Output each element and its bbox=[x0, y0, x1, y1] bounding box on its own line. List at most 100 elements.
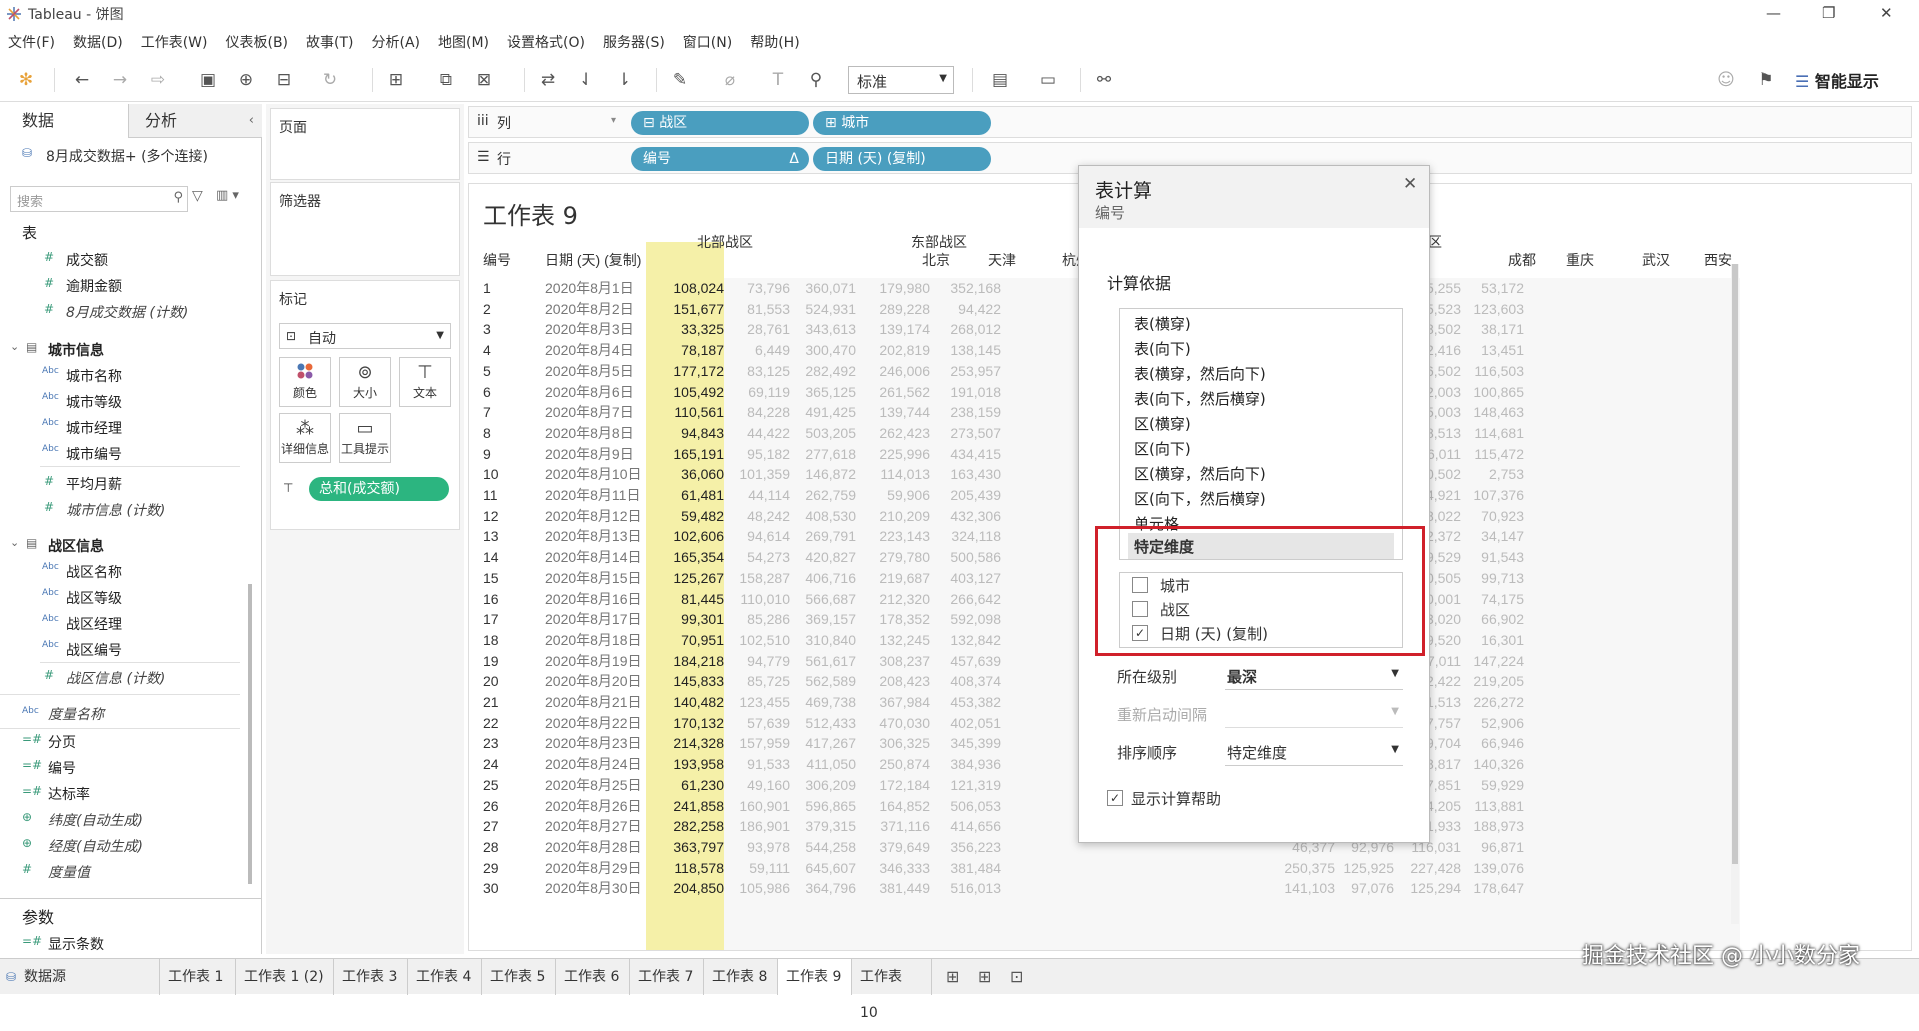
checkbox-city[interactable] bbox=[1132, 577, 1148, 593]
view-options-icon[interactable]: ▥ ▾ bbox=[216, 188, 239, 203]
option-table-down[interactable]: 表(向下) bbox=[1134, 338, 1191, 359]
sheet-tab[interactable]: 工作表 8 bbox=[704, 959, 778, 995]
option-pane-across[interactable]: 区(横穿) bbox=[1134, 413, 1191, 434]
show-cards-icon[interactable]: ▤ bbox=[988, 68, 1012, 92]
sort-asc-icon[interactable]: ⇃ bbox=[574, 68, 598, 92]
field-zone-code[interactable]: 战区编号 bbox=[66, 640, 122, 660]
share-icon[interactable]: ⚯ bbox=[1092, 68, 1116, 92]
new-worksheet-icon[interactable]: ⊞ bbox=[946, 967, 959, 986]
detail-button[interactable]: ⁂ 详细信息 bbox=[279, 413, 331, 463]
option-pane-across-down[interactable]: 区(横穿，然后向下) bbox=[1134, 463, 1266, 484]
pin-icon[interactable]: ⚲ bbox=[804, 68, 828, 92]
checkbox-date[interactable]: ✓ bbox=[1132, 625, 1148, 641]
option-pane-down[interactable]: 区(向下) bbox=[1134, 438, 1191, 459]
menu-dashboard[interactable]: 仪表板(B) bbox=[225, 32, 288, 52]
redo-icon[interactable]: → bbox=[108, 68, 132, 92]
new-dashboard-icon[interactable]: ⊞ bbox=[978, 967, 991, 986]
field-deal-count[interactable]: 8月成交数据 (计数) bbox=[66, 302, 188, 322]
sheet-tab[interactable]: 工作表 10 bbox=[852, 959, 932, 1021]
field-city-code[interactable]: 城市编号 bbox=[66, 444, 122, 464]
field-zone-name[interactable]: 战区名称 bbox=[66, 562, 122, 582]
sheet-tab[interactable]: 工作表 9 bbox=[778, 959, 852, 995]
column-header[interactable]: 西安 bbox=[1662, 250, 1732, 270]
sheet-tab[interactable]: 工作表 4 bbox=[408, 959, 482, 995]
field-number[interactable]: 编号 bbox=[48, 758, 76, 778]
tooltip-button[interactable]: ▭ 工具提示 bbox=[339, 413, 391, 463]
close-icon[interactable]: ✕ bbox=[1403, 174, 1417, 194]
column-header[interactable]: 北京 bbox=[880, 250, 950, 270]
expand-chevron-icon[interactable]: ⌄ bbox=[10, 536, 19, 549]
minimize-icon[interactable]: — bbox=[1766, 4, 1781, 22]
sheet-tab[interactable]: 工作表 1 bbox=[160, 959, 236, 995]
attach-icon[interactable]: ⌀ bbox=[718, 68, 742, 92]
sheet-tab[interactable]: 工作表 5 bbox=[482, 959, 556, 995]
color-button[interactable]: 颜色 bbox=[279, 357, 331, 407]
field-deal-amount[interactable]: 成交额 bbox=[66, 250, 108, 270]
field-city-level[interactable]: 城市等级 bbox=[66, 392, 122, 412]
field-avg-salary[interactable]: 平均月薪 bbox=[66, 474, 122, 494]
option-table-across[interactable]: 表(横穿) bbox=[1134, 313, 1191, 334]
menu-data[interactable]: 数据(D) bbox=[73, 32, 123, 52]
pill-zone[interactable]: ⊟ 战区 bbox=[631, 111, 809, 135]
ask-data-icon[interactable]: ☺ bbox=[1714, 68, 1738, 92]
param-display-count[interactable]: 显示条数 bbox=[48, 934, 104, 954]
refresh-icon[interactable]: ↻ bbox=[318, 68, 342, 92]
filters-card[interactable]: 筛选器 bbox=[270, 182, 460, 276]
field-rate[interactable]: 达标率 bbox=[48, 784, 90, 804]
columns-shelf[interactable]: iii 列 ▾ ⊟ 战区 ⊞ 城市 bbox=[468, 106, 1912, 138]
field-measure-names[interactable]: 度量名称 bbox=[48, 704, 104, 724]
field-overdue-amount[interactable]: 逾期金额 bbox=[66, 276, 122, 296]
sheet-tab[interactable]: 工作表 1 (2) bbox=[236, 959, 334, 995]
text-button[interactable]: ⊤ 文本 bbox=[399, 357, 451, 407]
pill-city[interactable]: ⊞ 城市 bbox=[813, 111, 991, 135]
menu-map[interactable]: 地图(M) bbox=[438, 32, 489, 52]
replay-icon[interactable]: ⇨ bbox=[146, 68, 170, 92]
pages-card[interactable]: 页面 bbox=[270, 108, 460, 180]
new-datasource-icon[interactable]: ⊕ bbox=[234, 68, 258, 92]
restore-icon[interactable]: ❐ bbox=[1822, 4, 1835, 22]
checkbox-zone[interactable] bbox=[1132, 601, 1148, 617]
datasource-name[interactable]: 8月成交数据+ (多个连接) bbox=[46, 146, 208, 166]
checkbox-show-help[interactable]: ✓ bbox=[1107, 790, 1123, 806]
tab-data[interactable]: 数据 bbox=[0, 104, 128, 138]
field-longitude[interactable]: 经度(自动生成) bbox=[48, 836, 143, 856]
sheet-tab[interactable]: 工作表 7 bbox=[630, 959, 704, 995]
option-table-down-across[interactable]: 表(向下，然后横穿) bbox=[1134, 388, 1266, 409]
option-pane-down-across[interactable]: 区(向下，然后横穿) bbox=[1134, 488, 1266, 509]
column-header[interactable]: 日期 (天) (复制) bbox=[545, 250, 641, 270]
smart-show-button[interactable]: ☰ 智能显示 bbox=[1795, 68, 1879, 92]
presentation-icon[interactable]: ▭ bbox=[1036, 68, 1060, 92]
close-window-icon[interactable]: ✕ bbox=[1880, 4, 1893, 22]
menu-help[interactable]: 帮助(H) bbox=[750, 32, 799, 52]
datasource-tab[interactable]: ⛁ 数据源 bbox=[0, 959, 160, 995]
filter-icon[interactable]: ▽ bbox=[192, 188, 203, 204]
mark-type-dropdown[interactable]: ⊡ 自动 ▼ bbox=[279, 323, 451, 349]
column-header[interactable]: 编号 bbox=[483, 250, 511, 270]
size-button[interactable]: ⊚ 大小 bbox=[339, 357, 391, 407]
field-zone-level[interactable]: 战区等级 bbox=[66, 588, 122, 608]
level-dropdown[interactable]: 最深 ▼ bbox=[1225, 662, 1403, 690]
format-painter-icon[interactable]: ⚑ bbox=[1754, 68, 1778, 92]
tableau-home-icon[interactable]: ✻ bbox=[14, 68, 38, 92]
sheet-tab[interactable]: 工作表 3 bbox=[334, 959, 408, 995]
field-latitude[interactable]: 纬度(自动生成) bbox=[48, 810, 143, 830]
menu-window[interactable]: 窗口(N) bbox=[683, 32, 732, 52]
scrollbar[interactable] bbox=[248, 584, 252, 884]
labels-icon[interactable]: T bbox=[766, 68, 790, 92]
sheet-tab[interactable]: 工作表 6 bbox=[556, 959, 630, 995]
vertical-scrollbar[interactable] bbox=[1731, 264, 1739, 924]
field-zone-manager[interactable]: 战区经理 bbox=[66, 614, 122, 634]
tab-analysis[interactable]: 分析 ‹ bbox=[128, 104, 262, 138]
highlight-icon[interactable]: ✎ bbox=[668, 68, 692, 92]
field-city-manager[interactable]: 城市经理 bbox=[66, 418, 122, 438]
save-icon[interactable]: ▣ bbox=[196, 68, 220, 92]
swap-icon[interactable]: ⇄ bbox=[536, 68, 560, 92]
fit-dropdown[interactable]: 标准 ▼ bbox=[848, 66, 954, 94]
menu-server[interactable]: 服务器(S) bbox=[603, 32, 665, 52]
menu-file[interactable]: 文件(F) bbox=[8, 32, 55, 52]
field-zone-count[interactable]: 战区信息 (计数) bbox=[66, 668, 165, 688]
new-sheet-icon[interactable]: ⊞ bbox=[384, 68, 408, 92]
clear-sheet-icon[interactable]: ⊠ bbox=[472, 68, 496, 92]
restart-dropdown[interactable]: ▼ bbox=[1225, 700, 1403, 728]
duplicate-sheet-icon[interactable]: ⧉ bbox=[434, 68, 458, 92]
